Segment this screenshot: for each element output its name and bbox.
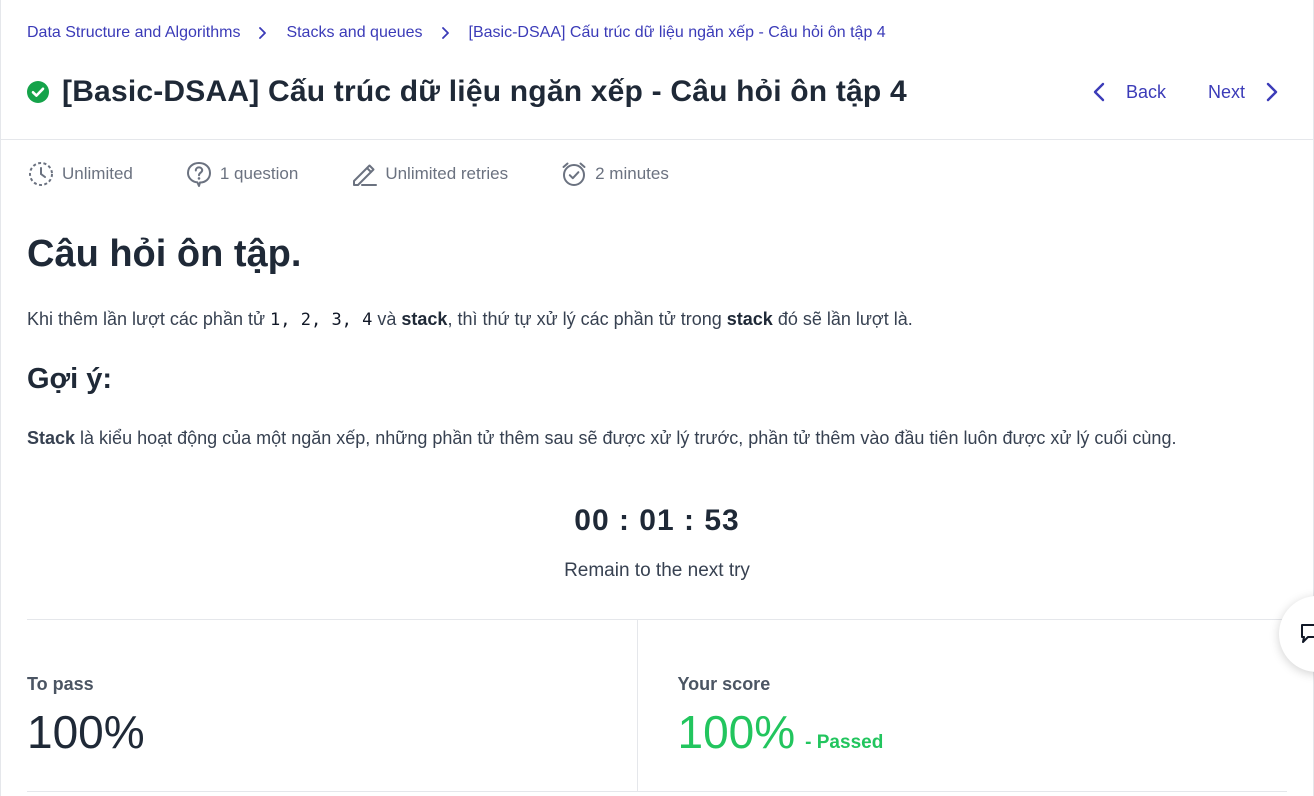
question-text: Khi thêm lần lượt các phần tử 1, 2, 3, 4… xyxy=(27,304,1287,335)
question-keyword-stack: stack xyxy=(401,309,448,329)
question-icon xyxy=(186,162,211,187)
page-title: [Basic-DSAA] Cấu trúc dữ liệu ngăn xếp -… xyxy=(62,75,907,108)
meta-retries-label: Unlimited retries xyxy=(385,164,509,183)
chevron-right-icon xyxy=(258,27,268,39)
breadcrumb: Data Structure and Algorithms Stacks and… xyxy=(27,24,886,42)
hint-heading: Gợi ý: xyxy=(27,363,113,395)
quiz-meta: Unlimited 1 question Unlimited retries 2… xyxy=(27,160,721,188)
your-score-value: 100% xyxy=(677,706,796,758)
header-divider xyxy=(1,139,1313,140)
to-pass-section: To pass 100% xyxy=(27,620,637,791)
to-pass-label: To pass xyxy=(27,674,94,694)
page: Data Structure and Algorithms Stacks and… xyxy=(0,0,1314,796)
feedback-icon xyxy=(1301,624,1314,643)
meta-duration-label: 2 minutes xyxy=(595,164,669,183)
question-code: 1, 2, 3, 4 xyxy=(270,310,373,330)
back-button[interactable]: Back xyxy=(1092,82,1166,103)
next-button[interactable]: Next xyxy=(1208,82,1287,103)
score-panel: To pass 100% Your score 100% - Passed xyxy=(27,619,1287,792)
passed-status: - Passed xyxy=(805,732,884,753)
chevron-right-icon xyxy=(441,27,451,39)
chevron-left-icon xyxy=(1093,82,1105,102)
hint-text: Stack là kiểu hoạt động của một ngăn xếp… xyxy=(27,423,1287,453)
quiz-content: Câu hỏi ôn tập. Khi thêm lần lượt các ph… xyxy=(27,228,1287,453)
your-score-row: 100% - Passed xyxy=(678,705,1288,759)
breadcrumb-item-course[interactable]: Data Structure and Algorithms xyxy=(27,24,240,42)
question-text-mid: và xyxy=(372,309,402,329)
check-circle-icon xyxy=(27,81,49,103)
meta-time-limit-label: Unlimited xyxy=(62,164,133,183)
question-text-mid: , thì thứ tự xử lý các phần tử trong xyxy=(447,309,727,329)
meta-retries: Unlimited retries xyxy=(350,160,508,188)
title-row: [Basic-DSAA] Cấu trúc dữ liệu ngăn xếp -… xyxy=(27,72,1287,112)
hint-body: là kiểu hoạt động của một ngăn xếp, nhữn… xyxy=(75,428,1177,448)
your-score-label: Your score xyxy=(677,674,771,694)
hint-keyword: Stack xyxy=(27,428,76,448)
meta-time-limit: Unlimited xyxy=(27,160,133,188)
meta-questions: 1 question xyxy=(185,160,298,188)
alarm-icon xyxy=(562,162,586,186)
question-keyword-stack: stack xyxy=(726,309,773,329)
meta-duration: 2 minutes xyxy=(560,160,669,188)
chevron-right-icon xyxy=(1266,82,1278,102)
countdown: 00 : 01 : 53 xyxy=(574,504,740,537)
question-text-suffix: đó sẽ lần lượt là. xyxy=(772,309,913,329)
meta-questions-label: 1 question xyxy=(219,164,299,183)
lesson-nav: Back Next xyxy=(1092,82,1287,103)
countdown-label: Remain to the next try xyxy=(564,560,750,581)
back-label: Back xyxy=(1125,81,1166,102)
your-score-section: Your score 100% - Passed xyxy=(636,620,1288,791)
clock-icon xyxy=(29,162,53,186)
to-pass-value: 100% xyxy=(27,706,145,758)
content-heading: Câu hỏi ôn tập. xyxy=(27,233,302,275)
next-label: Next xyxy=(1207,81,1245,102)
retry-timer: 00 : 01 : 53 Remain to the next try xyxy=(1,504,1313,582)
question-text-prefix: Khi thêm lần lượt các phần tử xyxy=(27,309,271,329)
breadcrumb-item-current[interactable]: [Basic-DSAA] Cấu trúc dữ liệu ngăn xếp -… xyxy=(469,24,886,42)
pencil-icon xyxy=(353,164,378,186)
breadcrumb-item-module[interactable]: Stacks and queues xyxy=(286,24,422,42)
